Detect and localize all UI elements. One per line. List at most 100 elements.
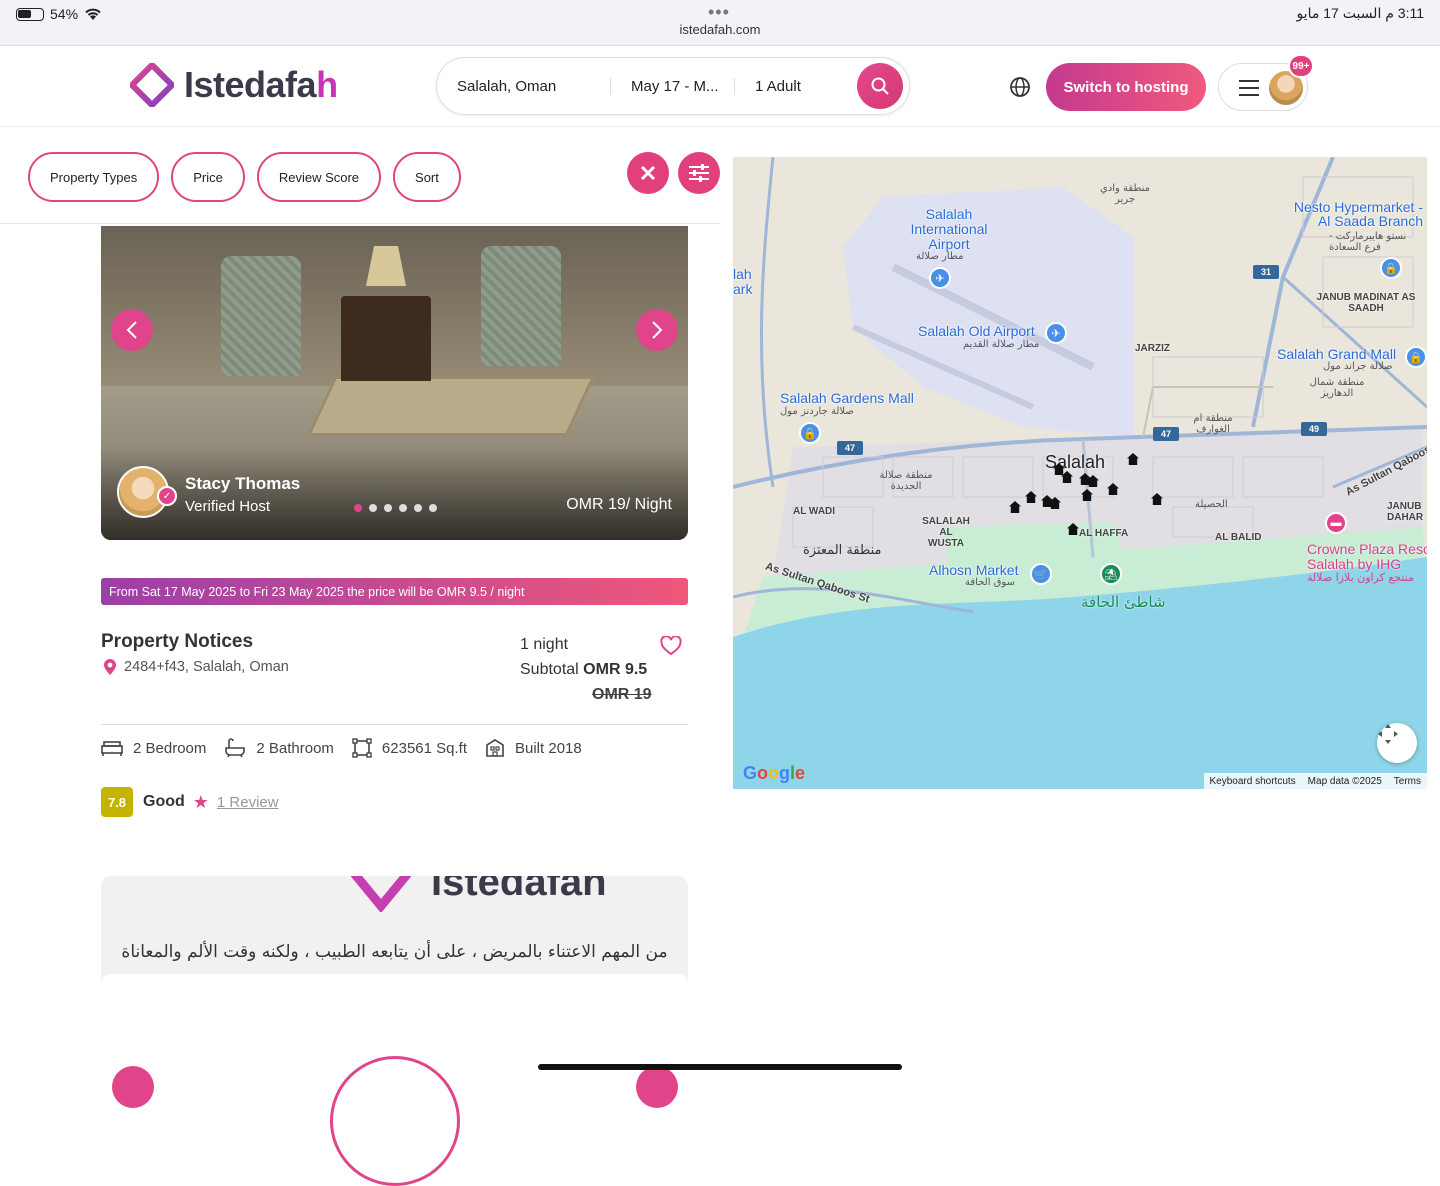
filter-property-types[interactable]: Property Types bbox=[28, 152, 160, 202]
shopping-bag-icon-3[interactable]: 🔒 bbox=[1405, 346, 1427, 368]
map-label-janub-dahar: JANUB DAHAR bbox=[1387, 501, 1424, 523]
map-label-grand-mall[interactable]: Salalah Grand Mall bbox=[1277, 346, 1396, 362]
search-dates[interactable]: May 17 - M... bbox=[611, 77, 735, 95]
switch-to-hosting-button[interactable]: Switch to hosting bbox=[1046, 63, 1206, 111]
listing-image-carousel[interactable]: ✓ Stacy Thomas Verified Host OMR 19/ Nig… bbox=[101, 226, 688, 540]
filter-sort[interactable]: Sort bbox=[393, 152, 461, 202]
amenity-bathroom: 2 Bathroom bbox=[224, 738, 334, 758]
carousel-prev-button[interactable] bbox=[111, 309, 153, 351]
airport-icon-2[interactable]: ✈ bbox=[1045, 322, 1067, 344]
cart-icon[interactable]: 🛒 bbox=[1030, 563, 1052, 585]
notification-badge: 99+ bbox=[1288, 54, 1314, 78]
hotel-icon[interactable]: ▬ bbox=[1325, 512, 1347, 534]
card3-avatar bbox=[330, 1056, 460, 1186]
chevron-right-icon bbox=[652, 321, 663, 339]
multitask-dots[interactable]: ••• bbox=[708, 2, 730, 23]
terms-link[interactable]: Terms bbox=[1394, 776, 1421, 787]
airport-icon[interactable]: ✈ bbox=[929, 267, 951, 289]
review-score-badge: 7.8 bbox=[101, 787, 133, 817]
photo-rug bbox=[307, 376, 595, 436]
rating-row: 7.8 Good ★ 1 Review bbox=[101, 787, 279, 817]
filter-bar: Property Types Price Review Score Sort bbox=[28, 152, 461, 202]
keyboard-shortcuts-link[interactable]: Keyboard shortcuts bbox=[1210, 776, 1296, 787]
photo-chair-left bbox=[221, 256, 301, 376]
map-label-crowne-ar: منتجع كراون بلازا صلالة bbox=[1307, 571, 1414, 584]
reviews-link[interactable]: 1 Review bbox=[217, 794, 279, 811]
search-guests[interactable]: 1 Adult bbox=[735, 78, 845, 95]
carousel-next-button-2[interactable] bbox=[636, 1066, 678, 1108]
listing-title[interactable]: Property Notices bbox=[101, 631, 253, 653]
chevron-left-icon bbox=[126, 321, 137, 339]
google-logo[interactable]: Google bbox=[743, 763, 805, 784]
map-label-al-haffa: AL HAFFA bbox=[1079, 528, 1129, 539]
site-logo[interactable]: Istedafah bbox=[130, 63, 338, 107]
map-label-old-airport[interactable]: Salalah Old Airport bbox=[918, 323, 1035, 339]
carousel-dot[interactable] bbox=[384, 504, 392, 512]
map-label-al-balid: AL BALID bbox=[1215, 532, 1262, 543]
globe-icon[interactable] bbox=[1008, 75, 1032, 99]
map-label-gardens-mall-ar: صلالة جاردنز مول bbox=[780, 406, 854, 417]
map-label-alhosn-ar: سوق الحافة bbox=[965, 577, 1015, 588]
battery-icon bbox=[16, 7, 44, 21]
map-label-city[interactable]: Salalah bbox=[1045, 452, 1105, 473]
card2-logo-text: Istedafah bbox=[431, 876, 607, 904]
map-fullscreen-button[interactable] bbox=[1377, 723, 1417, 763]
promo-banner: From Sat 17 May 2025 to Fri 23 May 2025 … bbox=[101, 578, 688, 605]
map-label-al-wadi: AL WADI bbox=[793, 506, 836, 517]
search-button[interactable] bbox=[857, 63, 903, 109]
rating-label: Good bbox=[143, 793, 185, 810]
filter-review-score[interactable]: Review Score bbox=[256, 152, 382, 202]
map-label-gardens-mall[interactable]: Salalah Gardens Mall bbox=[780, 390, 914, 406]
carousel-dot[interactable] bbox=[369, 504, 377, 512]
expand-icon bbox=[1378, 724, 1398, 744]
map-label-mutaza-ar: منطقة المعتزة bbox=[803, 543, 882, 558]
shopping-bag-icon[interactable]: 🔒 bbox=[799, 422, 821, 444]
route-47-shield: 47 bbox=[837, 441, 863, 455]
close-icon bbox=[640, 165, 656, 181]
card2-panel bbox=[101, 974, 688, 986]
shopping-bag-icon-2[interactable]: 🔒 bbox=[1380, 257, 1402, 279]
battery-indicator: 54% bbox=[16, 6, 102, 22]
verified-check-icon: ✓ bbox=[157, 486, 177, 506]
favorite-heart-icon[interactable] bbox=[660, 636, 682, 656]
carousel-dot[interactable] bbox=[399, 504, 407, 512]
menu-icon bbox=[1239, 80, 1259, 96]
map-label-alhosn[interactable]: Alhosn Market bbox=[929, 562, 1018, 578]
carousel-prev-button-2[interactable] bbox=[112, 1066, 154, 1108]
map-label-nesto[interactable]: Nesto Hypermarket - Al Saada Branch bbox=[1293, 200, 1423, 228]
route-49-shield: 49 bbox=[1301, 422, 1327, 436]
logo-mark-icon bbox=[351, 876, 411, 912]
map-label-airport-ar: مطار صلالة bbox=[916, 251, 964, 262]
map-label-dahariz-ar: منطقة شمال الدهاريز bbox=[1309, 377, 1365, 399]
building-icon bbox=[486, 739, 504, 757]
listing-card-2-image[interactable]: Istedafah من المهم الاعتناء بالمريض ، عل… bbox=[101, 876, 688, 986]
map-label-husail-ar: الحصيلة bbox=[1195, 499, 1228, 510]
home-indicator[interactable] bbox=[538, 1064, 902, 1070]
search-bar[interactable]: Salalah, Oman May 17 - M... 1 Adult bbox=[436, 57, 910, 115]
carousel-dots[interactable] bbox=[354, 504, 437, 512]
carousel-next-button[interactable] bbox=[636, 309, 678, 351]
carousel-dot[interactable] bbox=[354, 504, 362, 512]
route-47-shield-2: 47 bbox=[1153, 427, 1179, 441]
wifi-icon bbox=[85, 8, 101, 20]
clear-filters-button[interactable] bbox=[627, 152, 669, 194]
map-data-text: Map data ©2025 bbox=[1307, 775, 1382, 787]
carousel-dot[interactable] bbox=[414, 504, 422, 512]
map-label-crowne-2[interactable]: Salalah by IHG bbox=[1307, 556, 1401, 572]
section-divider bbox=[101, 724, 688, 725]
map-label-crowne[interactable]: Crowne Plaza Reso bbox=[1307, 541, 1427, 557]
map-label-airport[interactable]: Salalah International Airport bbox=[899, 207, 999, 252]
photo-chair-right bbox=[481, 246, 561, 366]
filter-price[interactable]: Price bbox=[171, 152, 245, 202]
search-location[interactable]: Salalah, Oman bbox=[437, 77, 611, 95]
battery-percent: 54% bbox=[50, 6, 79, 22]
beach-icon[interactable]: ⛱ bbox=[1100, 563, 1122, 585]
url-bar[interactable]: istedafah.com bbox=[0, 22, 1440, 37]
listing-address: 2484+f43, Salalah, Oman bbox=[104, 659, 289, 675]
carousel-dot[interactable] bbox=[429, 504, 437, 512]
map-view[interactable]: Salalah International Airport مطار صلالة… bbox=[733, 157, 1427, 789]
map-label-beach-ar: شاطئ الحافة bbox=[1081, 593, 1166, 611]
bathtub-icon bbox=[225, 738, 246, 758]
card2-arabic-text: من المهم الاعتناء بالمريض ، على أن يتابع… bbox=[121, 942, 668, 962]
advanced-filters-button[interactable] bbox=[678, 152, 720, 194]
